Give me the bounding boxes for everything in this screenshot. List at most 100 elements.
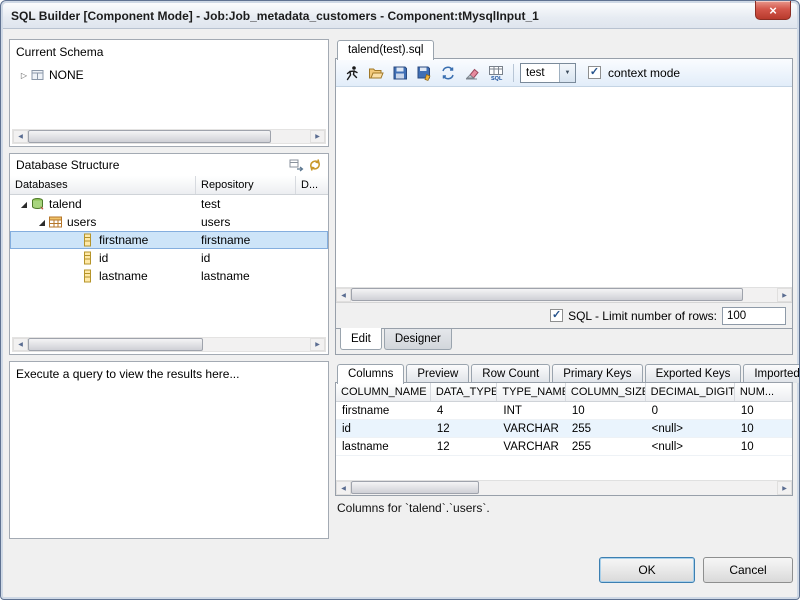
refresh-icon[interactable] [437,62,459,84]
sql-editor-panel: talend(test).sql [335,37,793,355]
header-column-size[interactable]: COLUMN_SIZE [566,383,646,401]
repository-value: lastname [196,269,250,283]
scroll-thumb[interactable] [28,130,271,143]
tab-columns[interactable]: Columns [337,364,404,384]
tree-label: firstname [99,233,148,247]
svg-text:SQL: SQL [491,76,503,81]
window-title: SQL Builder [Component Mode] - Job:Job_m… [11,9,539,23]
scroll-right-icon[interactable]: ▶ [777,481,792,495]
save-as-icon[interactable] [413,62,435,84]
scroll-track[interactable] [351,288,777,302]
tab-preview[interactable]: Preview [406,364,469,383]
tab-primary-keys[interactable]: Primary Keys [552,364,642,383]
database-structure-panel: Database Structure Databases Repository … [9,153,329,355]
context-mode-checkbox[interactable]: ✓ [588,66,601,79]
header-databases[interactable]: Databases [10,176,196,194]
cell-decimal-digits: <null> [646,420,735,437]
scroll-left-icon[interactable]: ◀ [13,130,28,143]
link-with-editor-icon[interactable] [286,156,305,174]
expander-expanded-icon[interactable]: ◢ [36,218,48,227]
refresh-icon[interactable] [305,156,324,174]
tab-row-count[interactable]: Row Count [471,364,550,383]
scroll-left-icon[interactable]: ◀ [13,338,28,351]
close-button[interactable]: × [755,1,791,20]
context-mode-label: context mode [608,66,680,80]
limit-rows-bar: ✓ SQL - Limit number of rows: [336,302,792,328]
run-query-icon[interactable] [341,62,363,84]
cell-type-name: VARCHAR [497,420,565,437]
header-type-name[interactable]: TYPE_NAME [497,383,565,401]
repository-value: id [196,251,210,265]
tree-row-firstname[interactable]: firstname firstname [10,231,328,249]
limit-rows-input[interactable] [722,307,786,325]
sql-builder-dialog: SQL Builder [Component Mode] - Job:Job_m… [0,0,800,600]
query-results-panel: Execute a query to view the results here… [9,361,329,539]
editor-tabstrip: talend(test).sql [335,37,793,59]
scroll-track[interactable] [28,130,310,143]
tree-row-talend[interactable]: ◢ talend test [10,195,328,213]
save-icon[interactable] [389,62,411,84]
clear-icon[interactable] [461,62,483,84]
table-row[interactable]: lastname 12 VARCHAR 255 <null> 10 [336,438,792,456]
tab-sql-file[interactable]: talend(test).sql [337,40,434,60]
repository-value: firstname [196,233,250,247]
tab-exported-keys[interactable]: Exported Keys [645,364,742,383]
header-num[interactable]: NUM... [735,383,792,401]
header-decimal-digits[interactable]: DECIMAL_DIGITS [646,383,735,401]
limit-rows-checkbox[interactable]: ✓ [550,309,563,322]
columns-table-hscrollbar[interactable]: ◀ ▶ [336,480,792,495]
scroll-right-icon[interactable]: ▶ [777,288,792,302]
ok-button[interactable]: OK [599,557,695,583]
editor-hscrollbar[interactable]: ◀ ▶ [336,287,792,302]
scroll-left-icon[interactable]: ◀ [336,288,351,302]
cell-data-type: 12 [431,438,498,455]
chevron-down-icon[interactable]: ▼ [559,64,575,82]
column-icon [80,233,95,247]
header-repository[interactable]: Repository [196,176,296,194]
scroll-track[interactable] [351,481,777,495]
tree-row-id[interactable]: id id [10,249,328,267]
cell-column-name: id [336,420,431,437]
context-combo[interactable]: test ▼ [520,63,576,83]
scroll-track[interactable] [28,338,310,351]
sql-text-area[interactable] [336,87,792,287]
current-schema-hscrollbar[interactable]: ◀ ▶ [12,129,326,144]
cancel-button[interactable]: Cancel [703,557,793,583]
expander-collapsed-icon[interactable]: ▷ [18,71,30,80]
column-icon [80,251,95,265]
table-row[interactable]: firstname 4 INT 10 0 10 [336,402,792,420]
editor-body: SQL test ▼ ✓ context mode ◀ ▶ ✓ SQL - Li [335,58,793,355]
table-row[interactable]: id 12 VARCHAR 255 <null> 10 [336,420,792,438]
cell-column-name: firstname [336,402,431,419]
header-column-name[interactable]: COLUMN_NAME [336,383,431,401]
scroll-thumb[interactable] [351,288,743,301]
scroll-thumb[interactable] [28,338,203,351]
expander-expanded-icon[interactable]: ◢ [18,200,30,209]
tree-label: talend [49,197,82,211]
scroll-right-icon[interactable]: ▶ [310,338,325,351]
cell-type-name: INT [497,402,565,419]
header-data-type[interactable]: DATA_TYPE [431,383,498,401]
scroll-thumb[interactable] [351,481,479,494]
tab-imported-keys[interactable]: Imported Keys [743,364,800,383]
tab-designer[interactable]: Designer [384,329,452,350]
tree-row-users[interactable]: ◢ users users [10,213,328,231]
open-icon[interactable] [365,62,387,84]
database-structure-hscrollbar[interactable]: ◀ ▶ [12,337,326,352]
sql-toolbar: SQL test ▼ ✓ context mode [336,59,792,87]
results-placeholder-text: Execute a query to view the results here… [10,362,328,384]
current-schema-title: Current Schema [10,40,328,62]
cell-num: 10 [735,438,792,455]
header-database[interactable]: D... [296,176,328,194]
scroll-left-icon[interactable]: ◀ [336,481,351,495]
columns-status-text: Columns for `talend`.`users`. [337,501,490,515]
schema-tree-item-none[interactable]: ▷ NONE [10,66,328,84]
column-icon [80,269,95,283]
database-connection-icon [30,197,45,211]
scroll-right-icon[interactable]: ▶ [310,130,325,143]
tab-edit[interactable]: Edit [340,328,382,350]
titlebar[interactable]: SQL Builder [Component Mode] - Job:Job_m… [3,3,797,29]
sql-template-icon[interactable]: SQL [485,62,507,84]
tree-row-lastname[interactable]: lastname lastname [10,267,328,285]
cell-decimal-digits: <null> [646,438,735,455]
